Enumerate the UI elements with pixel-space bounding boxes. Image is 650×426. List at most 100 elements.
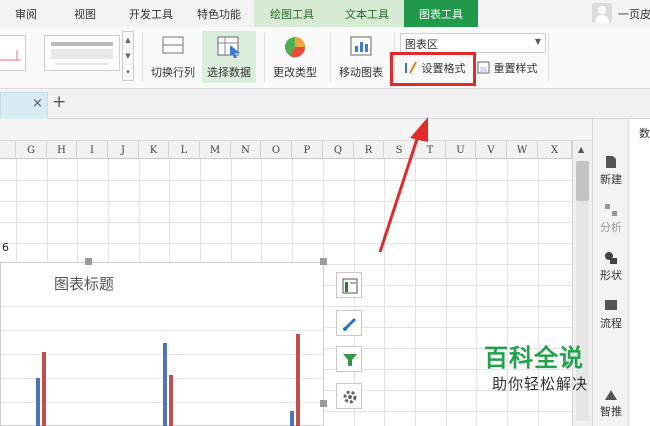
- chart-settings-button[interactable]: [336, 383, 362, 409]
- chart-title[interactable]: 图表标题: [54, 273, 114, 294]
- tab-developer-tools[interactable]: 开发工具: [118, 0, 184, 27]
- scroll-up-icon[interactable]: ▲: [578, 145, 584, 154]
- column-header-m[interactable]: M: [200, 141, 231, 159]
- column-header-n[interactable]: N: [231, 141, 261, 159]
- pie-chart-icon: [285, 37, 306, 58]
- tab-view[interactable]: 视图: [60, 0, 110, 27]
- shape-icon: [605, 252, 617, 264]
- chart-gridline: [1, 330, 324, 331]
- gallery-more-icon[interactable]: ▾: [123, 64, 133, 80]
- reset-style-icon: [477, 61, 490, 74]
- chart-bar-blue[interactable]: [290, 411, 294, 426]
- column-header-w[interactable]: W: [507, 141, 538, 159]
- side-item-analysis[interactable]: 分析: [593, 203, 629, 235]
- move-chart-button[interactable]: 移动图表: [334, 31, 388, 83]
- column-header-l[interactable]: L: [169, 141, 200, 159]
- change-type-label: 更改类型: [273, 66, 317, 79]
- column-header[interactable]: [0, 141, 16, 159]
- ribbon-separator: [264, 33, 265, 81]
- switch-row-col-icon: [162, 36, 184, 54]
- column-header-r[interactable]: R: [354, 141, 384, 159]
- watermark-subtitle: 助你轻松解决: [492, 375, 589, 393]
- chart-bar-red[interactable]: [42, 352, 46, 426]
- new-document-icon: [606, 156, 616, 168]
- chart-bar-red[interactable]: [169, 375, 173, 426]
- side-pane-title: 数: [639, 127, 650, 140]
- new-tab-icon[interactable]: +: [52, 92, 66, 112]
- chart-element-select[interactable]: 图表区 ▼: [400, 33, 546, 53]
- chart-filter-button[interactable]: [336, 346, 362, 372]
- chart-bar-blue[interactable]: [163, 343, 167, 426]
- column-header-o[interactable]: O: [261, 141, 292, 159]
- column-header-v[interactable]: V: [476, 141, 507, 159]
- column-header-k[interactable]: K: [139, 141, 169, 159]
- chevron-down-icon: ▼: [534, 37, 541, 46]
- side-item-flow[interactable]: 流程: [593, 299, 629, 331]
- switch-row-col-button[interactable]: 切换行列: [146, 31, 200, 83]
- side-panel-rail: 新建 分析 形状 流程 智推: [592, 119, 628, 426]
- user-avatar-icon[interactable]: [592, 3, 612, 23]
- document-tab[interactable]: ×: [0, 92, 48, 119]
- tab-chart-tools[interactable]: 图表工具: [404, 0, 478, 27]
- move-chart-icon: [350, 36, 372, 56]
- select-data-button[interactable]: 选择数据: [202, 31, 256, 83]
- side-item-new[interactable]: 新建: [593, 155, 629, 187]
- gallery-down-icon[interactable]: ▼: [123, 48, 133, 64]
- set-format-highlight-box: [390, 52, 476, 86]
- tab-text-tools[interactable]: 文本工具: [330, 0, 404, 27]
- select-data-icon: [217, 36, 240, 58]
- cell-value[interactable]: 6: [2, 241, 9, 254]
- switch-row-col-label: 切换行列: [151, 66, 195, 79]
- chart-style-thumbnail[interactable]: [0, 35, 26, 71]
- column-header-h[interactable]: H: [47, 141, 77, 159]
- side-item-flow-label: 流程: [600, 317, 622, 330]
- chart-style-thumbnail[interactable]: [44, 35, 120, 71]
- chart-element-value: 图表区: [405, 38, 438, 51]
- column-header-i[interactable]: I: [77, 141, 108, 159]
- user-label[interactable]: 一页皮: [618, 0, 650, 30]
- column-header-g[interactable]: G: [16, 141, 47, 159]
- ribbon-separator: [330, 33, 331, 81]
- document-tab-bar: × +: [0, 89, 650, 119]
- column-header-p[interactable]: P: [292, 141, 323, 159]
- column-header-s[interactable]: S: [384, 141, 415, 159]
- tab-review[interactable]: 审阅: [0, 0, 52, 27]
- menu-bar: 审阅 视图 开发工具 特色功能 绘图工具 文本工具 图表工具 一页皮: [0, 0, 650, 27]
- column-header-x[interactable]: X: [538, 141, 572, 159]
- select-data-label: 选择数据: [207, 66, 251, 79]
- tab-special-features[interactable]: 特色功能: [188, 0, 250, 27]
- resize-handle[interactable]: [320, 258, 327, 265]
- side-item-new-label: 新建: [600, 173, 622, 186]
- scroll-thumb[interactable]: [576, 161, 589, 201]
- style-gallery-scroll[interactable]: ▲ ▼ ▾: [122, 31, 134, 81]
- grid-line: [0, 180, 572, 181]
- chart-style-button[interactable]: [336, 310, 362, 336]
- close-icon[interactable]: ×: [32, 96, 43, 111]
- column-header-t[interactable]: T: [415, 141, 446, 159]
- side-pane[interactable]: 数: [628, 119, 650, 426]
- change-type-button[interactable]: 更改类型: [268, 31, 322, 83]
- ribbon-chart-tools: ▲ ▼ ▾ 切换行列 选择数据 更改类型 移动图表 图表区 ▼ 设置格式 重置样…: [0, 27, 650, 89]
- chart-bar-red[interactable]: [296, 334, 300, 426]
- chart-object[interactable]: [0, 262, 324, 426]
- side-item-shape[interactable]: 形状: [593, 251, 629, 283]
- chart-elements-button[interactable]: [336, 272, 362, 298]
- column-header-u[interactable]: U: [446, 141, 476, 159]
- side-item-analysis-label: 分析: [600, 221, 622, 234]
- column-header-q[interactable]: Q: [323, 141, 354, 159]
- chart-style-preview-icon: [51, 42, 113, 65]
- paint-brush-icon: [343, 317, 357, 331]
- resize-handle[interactable]: [85, 258, 92, 265]
- grid-line: [0, 222, 572, 223]
- sheet-top-strip: [0, 119, 592, 141]
- gallery-up-icon[interactable]: ▲: [123, 32, 133, 48]
- side-item-smart-push[interactable]: 智推: [593, 389, 629, 419]
- reset-style-button[interactable]: 重置样式: [477, 59, 538, 79]
- tab-drawing-tools[interactable]: 绘图工具: [254, 0, 330, 27]
- chart-bar-blue[interactable]: [36, 378, 40, 426]
- resize-handle[interactable]: [320, 400, 327, 407]
- grid-line: [0, 201, 572, 202]
- grid-line: [415, 159, 416, 426]
- side-item-smart-push-label: 智推: [600, 405, 622, 418]
- column-header-j[interactable]: J: [108, 141, 139, 159]
